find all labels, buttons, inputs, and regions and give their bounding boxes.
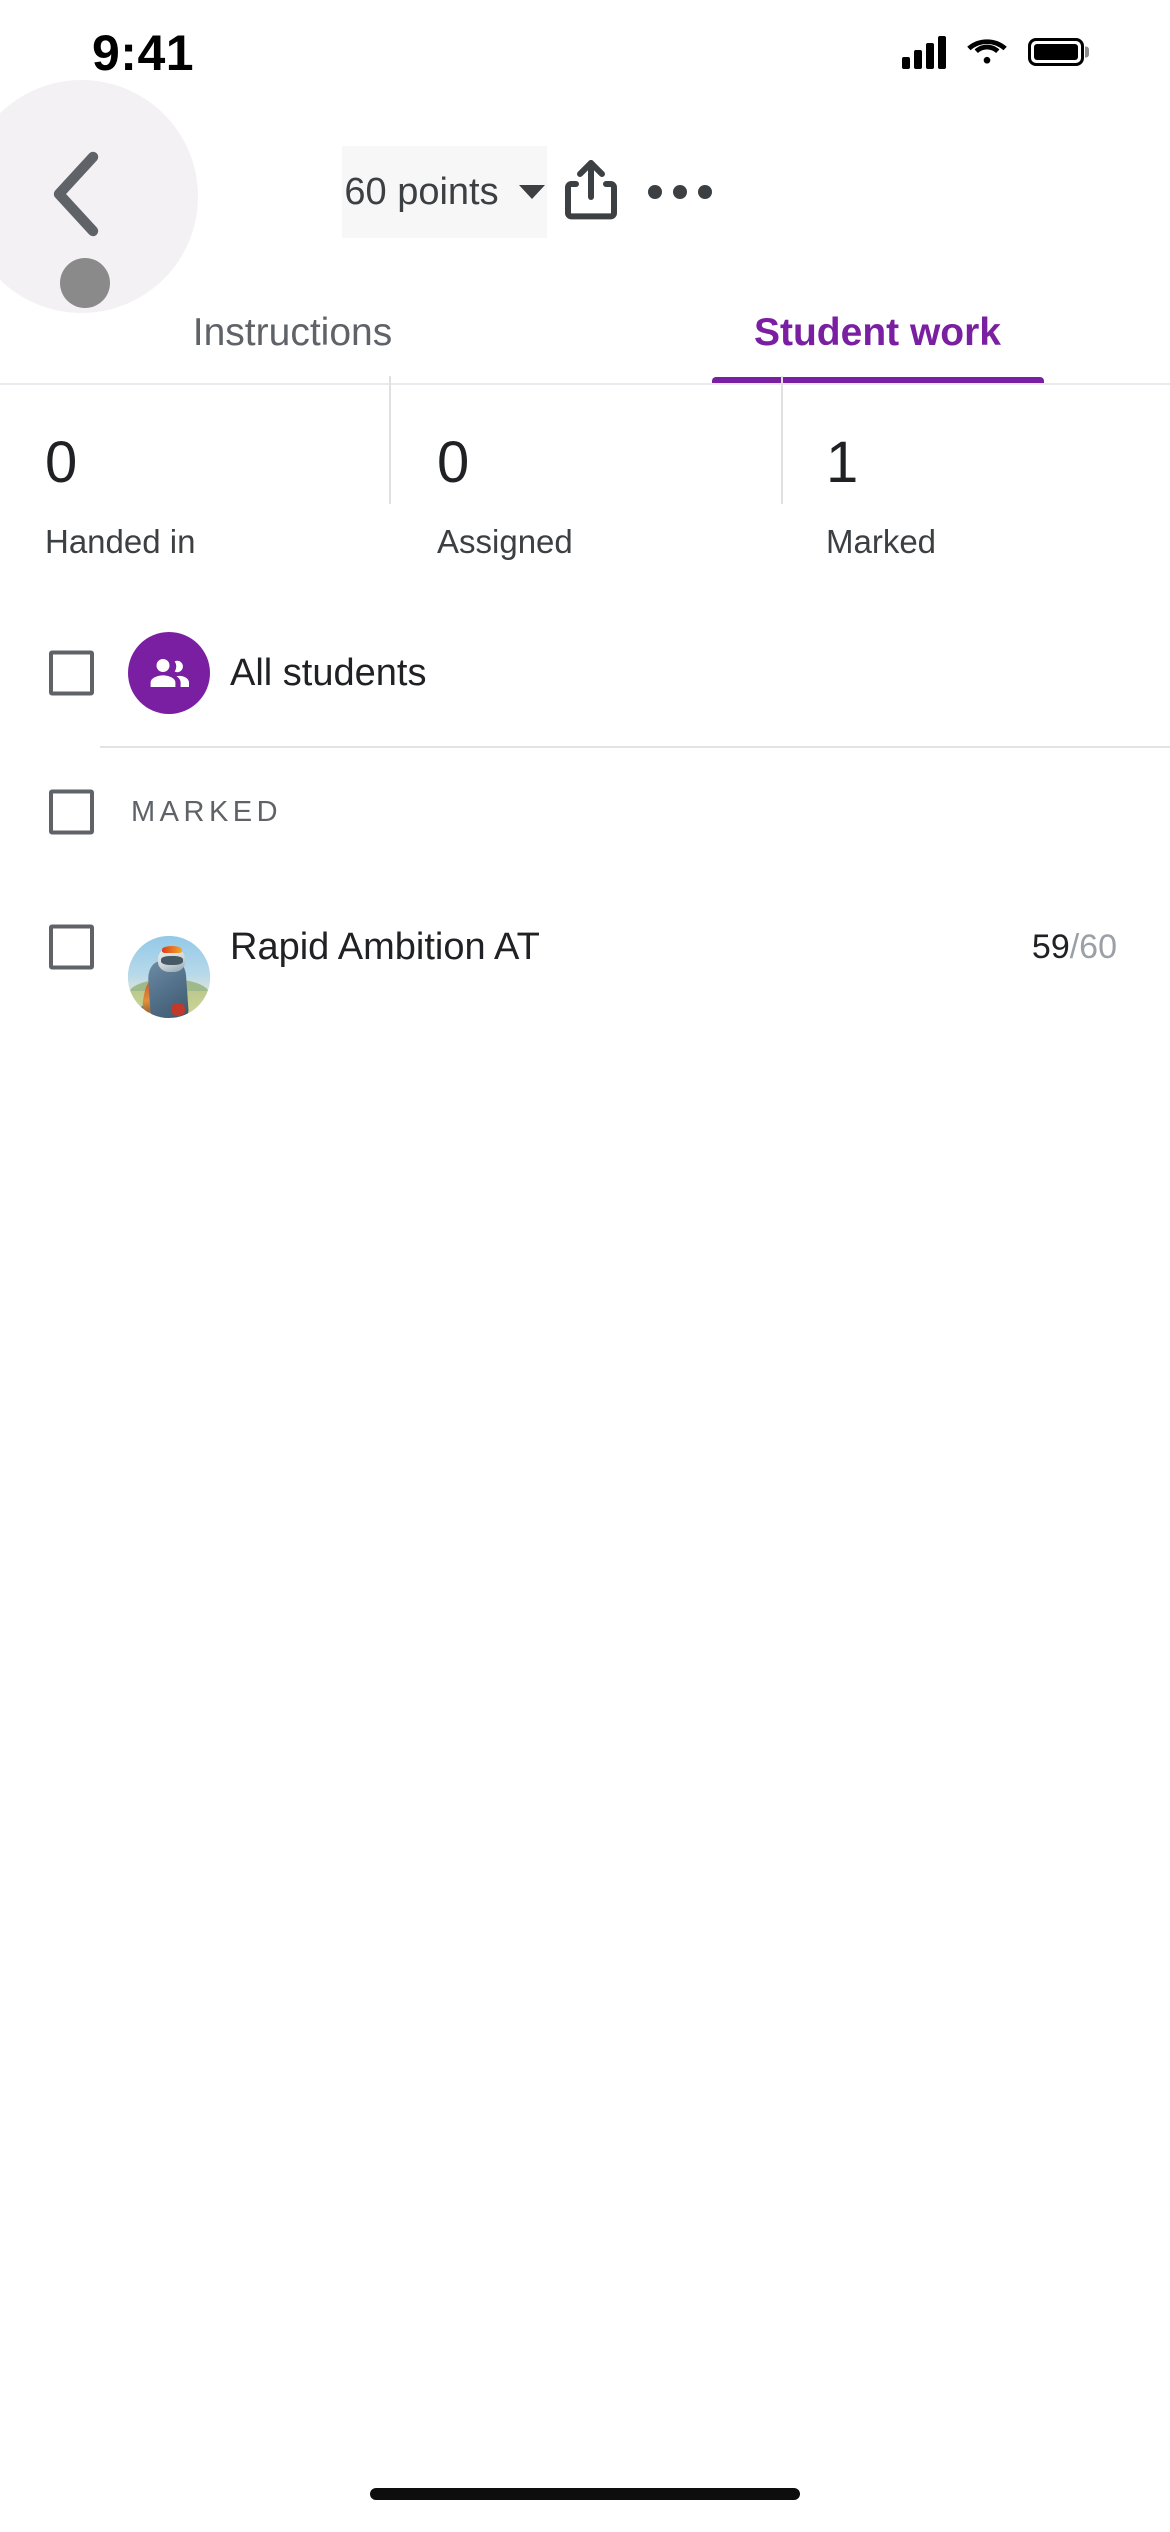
- table-row[interactable]: Rapid Ambition AT 59/60: [0, 876, 1170, 1018]
- stat-handed-in-value: 0: [45, 430, 78, 495]
- points-label: 60 points: [344, 171, 499, 213]
- group-people-icon: [128, 632, 210, 714]
- tab-instructions[interactable]: Instructions: [0, 280, 585, 384]
- points-dropdown[interactable]: 60 points: [342, 146, 547, 238]
- work-summary-stats: 0 Handed in 0 Assigned 1 Marked: [0, 376, 1170, 596]
- checkbox-unchecked-icon[interactable]: [49, 650, 94, 696]
- section-header-marked[interactable]: MARKED: [0, 748, 1170, 876]
- stat-assigned: 0 Assigned: [389, 376, 781, 596]
- status-bar: 9:41: [0, 0, 1170, 100]
- list-item-all-students-label: All students: [230, 652, 427, 694]
- battery-full-icon: [1028, 38, 1084, 66]
- status-badge: 59/60: [1032, 930, 1117, 964]
- student-photo-avatar: [128, 936, 210, 1018]
- cellular-signal-icon: [902, 35, 946, 69]
- status-indicators: [902, 35, 1084, 69]
- more-horizontal-icon: [648, 185, 712, 199]
- app-screen: 9:41 60 points Instructions Student work…: [0, 0, 1170, 2532]
- app-bar: 60 points: [0, 80, 1170, 313]
- tab-instructions-label: Instructions: [192, 310, 393, 354]
- stat-handed-in: 0 Handed in: [0, 384, 389, 596]
- tab-student-work[interactable]: Student work: [585, 280, 1170, 384]
- stat-marked: 1 Marked: [781, 376, 1170, 596]
- stat-assigned-value: 0: [437, 430, 470, 495]
- student-work-list: All students MARKED Rapid Ambition AT 59…: [0, 600, 1170, 1018]
- tab-bar: Instructions Student work: [0, 280, 1170, 384]
- stat-marked-label: Marked: [826, 523, 937, 560]
- checkbox-unchecked-icon[interactable]: [49, 789, 94, 835]
- chevron-left-icon: [49, 151, 103, 237]
- status-time: 9:41: [92, 25, 195, 81]
- section-header-marked-label: MARKED: [131, 795, 283, 828]
- student-score-total: /60: [1069, 928, 1117, 966]
- home-indicator[interactable]: [370, 2488, 800, 2500]
- stat-handed-in-label: Handed in: [45, 523, 196, 560]
- back-button[interactable]: [28, 146, 124, 242]
- share-button[interactable]: [547, 148, 635, 236]
- student-score-earned: 59: [1031, 928, 1070, 966]
- student-name: Rapid Ambition AT: [230, 926, 540, 968]
- list-item-all-students[interactable]: All students: [0, 600, 1170, 746]
- more-options-button[interactable]: [636, 148, 724, 236]
- checkbox-unchecked-icon[interactable]: [49, 924, 94, 970]
- stat-assigned-label: Assigned: [437, 523, 573, 560]
- chevron-down-icon: [518, 185, 545, 199]
- tab-student-work-label: Student work: [753, 310, 1001, 354]
- stat-marked-value: 1: [826, 430, 859, 495]
- wifi-icon: [966, 36, 1008, 68]
- share-icon: [565, 159, 617, 226]
